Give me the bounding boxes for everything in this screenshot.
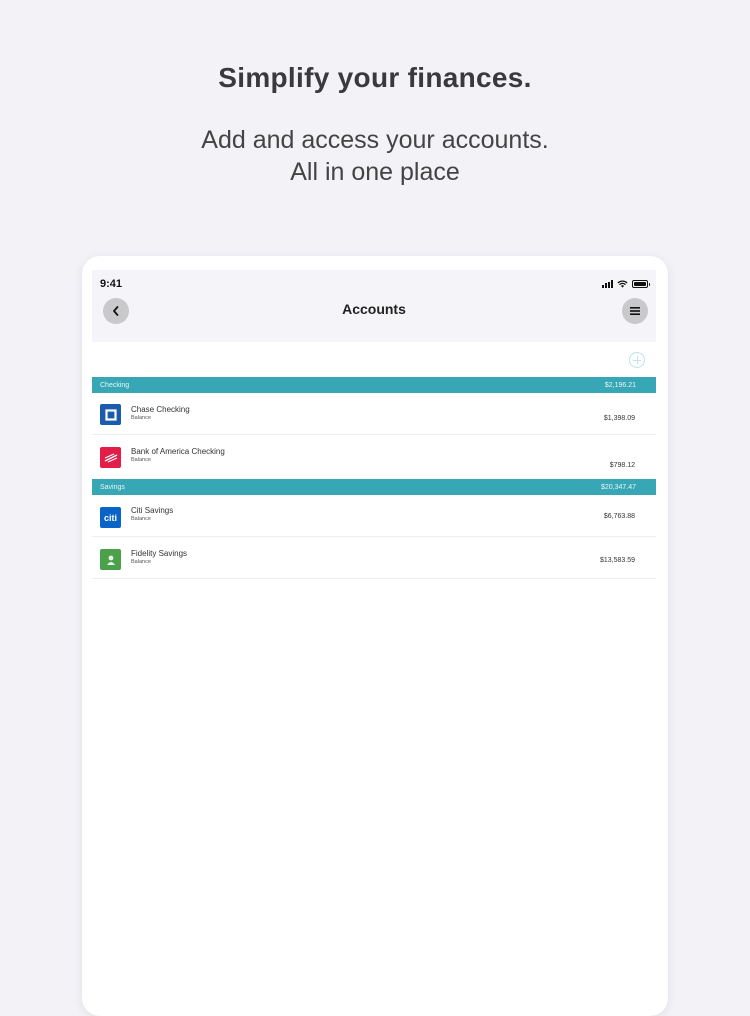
plus-circle-icon[interactable] [629, 352, 645, 368]
account-balance: $798.12 [609, 462, 635, 469]
account-name: Fidelity Savings [131, 549, 188, 558]
account-subtitle: Balance [131, 516, 151, 522]
add-account-row [92, 342, 656, 378]
hamburger-icon [630, 307, 640, 315]
section-total: $20,347.47 [600, 483, 636, 491]
account-name: Citi Savings [131, 506, 174, 515]
promo-subline-1: Add and access your accounts. [201, 126, 549, 154]
account-row-chase[interactable]: Chase Checking Balance $1,398.09 [92, 393, 656, 435]
cellular-signal-icon [602, 280, 613, 288]
menu-button[interactable] [622, 298, 648, 324]
navigation-bar: 9:41 Accounts [92, 270, 656, 342]
account-name: Bank of America Checking [131, 447, 225, 456]
promo-headline: Simplify your finances. [218, 62, 532, 93]
account-row-citi[interactable]: citi Citi Savings Balance $6,763.88 [92, 495, 656, 537]
status-indicators [602, 279, 650, 289]
battery-icon [632, 280, 650, 288]
account-name: Chase Checking [131, 405, 190, 414]
promo-subline-2: All in one place [290, 158, 460, 186]
account-row-fidelity[interactable]: Fidelity Savings Balance $13,583.59 [92, 537, 656, 579]
chase-logo-icon [100, 404, 121, 425]
section-label: Savings [100, 483, 125, 491]
page-title: Accounts [342, 301, 406, 317]
account-balance: $1,398.09 [603, 415, 635, 422]
account-subtitle: Balance [131, 415, 151, 421]
account-subtitle: Balance [131, 559, 151, 565]
section-label: Checking [100, 381, 130, 389]
citi-logo-icon: citi [100, 507, 121, 528]
section-header-checking[interactable]: Checking $2,196.21 [92, 377, 656, 393]
account-balance: $6,763.88 [603, 513, 635, 520]
tablet-frame: 9:41 Accounts Checking $2,196.21 Chase C… [82, 256, 668, 1016]
account-row-bank-of-america[interactable]: Bank of America Checking Balance $798.12 [92, 435, 656, 477]
section-total: $2,196.21 [604, 381, 636, 389]
bank-of-america-logo-icon [100, 447, 121, 468]
wifi-icon [617, 280, 628, 288]
citi-logo-text: citi [103, 512, 117, 523]
status-time: 9:41 [100, 278, 123, 290]
account-subtitle: Balance [131, 457, 151, 463]
account-balance: $13,583.59 [599, 557, 635, 564]
promo-subline: Add and access your accounts. All in one… [0, 124, 750, 188]
fidelity-logo-icon [100, 549, 121, 570]
section-header-savings[interactable]: Savings $20,347.47 [92, 479, 656, 495]
app-screen: 9:41 Accounts Checking $2,196.21 Chase C… [92, 270, 656, 1010]
